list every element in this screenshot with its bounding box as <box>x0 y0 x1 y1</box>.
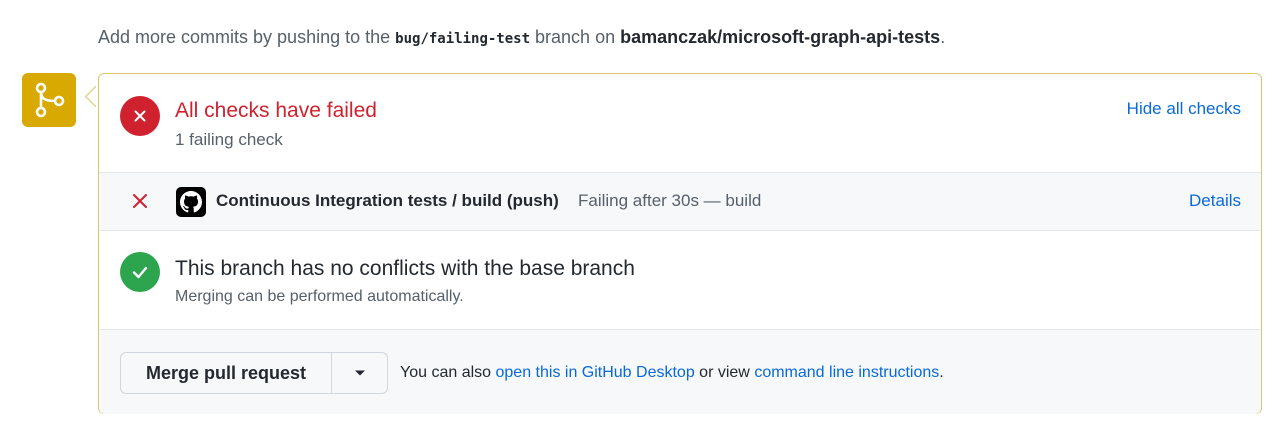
merge-options-dropdown[interactable] <box>332 352 388 394</box>
hint-suffix: . <box>940 27 946 47</box>
merge-box: All checks have failed 1 failing check H… <box>98 73 1262 414</box>
details-link[interactable]: Details <box>1189 191 1241 211</box>
branch-name: bug/failing-test <box>395 31 531 47</box>
command-line-instructions-link[interactable]: command line instructions <box>754 364 939 381</box>
hide-all-checks-link[interactable]: Hide all checks <box>1127 99 1241 119</box>
repo-name: bamanczak/microsoft-graph-api-tests <box>620 27 941 47</box>
hint-middle: branch on <box>535 27 616 47</box>
x-icon <box>133 194 147 208</box>
merge-alternatives-text: You can also open this in GitHub Desktop… <box>400 364 944 382</box>
conflicts-title: This branch has no conflicts with the ba… <box>175 257 635 280</box>
push-hint: Add more commits by pushing to the bug/f… <box>98 27 945 48</box>
x-circle-icon <box>120 96 160 136</box>
merge-text-prefix: You can also <box>400 364 492 381</box>
github-logo-icon <box>176 187 206 217</box>
checks-title: All checks have failed <box>175 99 377 122</box>
check-status: Failing after 30s — build <box>578 191 762 210</box>
conflicts-subtitle: Merging can be performed automatically. <box>175 288 464 305</box>
checks-subtitle: 1 failing check <box>175 130 283 149</box>
git-merge-icon <box>22 73 76 127</box>
hint-prefix: Add more commits by pushing to the <box>98 27 391 47</box>
triangle-down-icon <box>354 370 365 376</box>
merge-text-suffix: . <box>939 364 944 381</box>
checks-section <box>99 74 1261 173</box>
open-in-desktop-link[interactable]: open this in GitHub Desktop <box>496 364 695 381</box>
merge-button-group: Merge pull request <box>120 352 388 394</box>
check-name: Continuous Integration tests / build (pu… <box>216 191 559 210</box>
merge-pull-request-button[interactable]: Merge pull request <box>120 352 332 394</box>
check-circle-icon <box>120 252 160 292</box>
merge-text-middle: or view <box>699 364 750 381</box>
